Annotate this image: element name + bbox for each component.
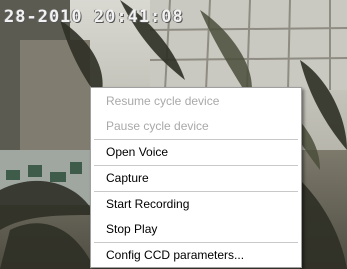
menu-item-stop-play[interactable]: Stop Play xyxy=(91,217,301,242)
menu-item-resume-cycle-device: Resume cycle device xyxy=(106,94,220,108)
timestamp-overlay: 28-2010 20:41:08 xyxy=(4,7,184,27)
context-menu: Resume cycle device Pause cycle device O… xyxy=(90,87,302,268)
menu-item-capture[interactable]: Capture xyxy=(91,166,301,191)
menu-item-pause-cycle-device: Pause cycle device xyxy=(106,119,209,133)
menu-item-start-recording[interactable]: Start Recording xyxy=(91,192,301,217)
menu-item-open-voice[interactable]: Open Voice xyxy=(91,140,301,165)
menu-item-config-ccd-parameters[interactable]: Config CCD parameters... xyxy=(91,243,301,268)
